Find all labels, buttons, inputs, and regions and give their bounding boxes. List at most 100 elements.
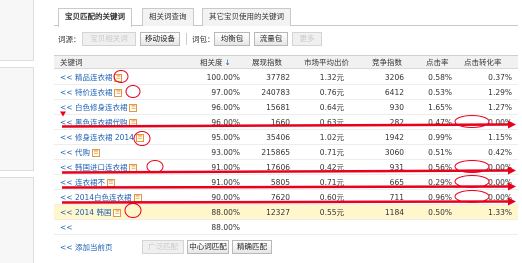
- add-keyword-arrow[interactable]: <<: [60, 103, 73, 112]
- table-row[interactable]: << 白色修身连衣裙 ☰ 96.00% 15681 0.64元 930 1.65% 1.27%: [54, 100, 518, 115]
- ctr-cell: 0.56%: [428, 163, 452, 172]
- competition-cell: 1184: [384, 208, 404, 217]
- avg-bid-cell: 1.32元: [319, 73, 344, 82]
- keyword-text[interactable]: 黑色连衣裙代购: [75, 118, 128, 127]
- keyword-text[interactable]: 韩国进口连衣裙: [75, 163, 128, 172]
- cvr-cell: [458, 220, 512, 235]
- relevance-cell: 88.00%: [211, 223, 240, 232]
- impressions-cell: 5805: [270, 178, 290, 187]
- impressions-cell: [244, 220, 290, 235]
- exact-match-button[interactable]: 精确匹配: [232, 240, 272, 254]
- cvr-cell: 0.00%: [488, 178, 512, 187]
- add-keyword-arrow[interactable]: <<: [60, 118, 73, 127]
- relevance-cell: 97.00%: [211, 88, 240, 97]
- keyword-text[interactable]: 修身连衣裙 2014: [75, 133, 134, 142]
- table-row[interactable]: << 特价连衣裙 ☰ 97.00% 240783 0.76元 6412 0.53% 1.29%: [54, 85, 518, 100]
- table-row[interactable]: << 黑色连衣裙代购 ☰ 96.00% 1660 0.63元 282 0.47% 0.00%: [54, 115, 518, 130]
- keyword-badge-icon: ☰: [129, 119, 138, 127]
- col-relevance[interactable]: 相关度 ↓: [200, 56, 231, 69]
- impressions-cell: 17606: [266, 163, 290, 172]
- keyword-badge-icon: ☰: [106, 179, 115, 187]
- add-keyword-arrow[interactable]: <<: [60, 73, 73, 82]
- tab-other-items-keywords[interactable]: 其它宝贝使用的关键词: [202, 8, 291, 26]
- tab-related-query[interactable]: 相关词查询: [142, 8, 194, 26]
- keyword-badge-icon: ☰: [114, 89, 123, 97]
- competition-cell: 931: [389, 163, 404, 172]
- keyword-cell: << 特价连衣裙 ☰: [60, 85, 123, 100]
- table-footer: << 添加当前页 广泛匹配 中心词匹配 精确匹配: [54, 239, 518, 255]
- keyword-text[interactable]: 2014 韩国: [75, 208, 111, 217]
- add-keyword-arrow[interactable]: <<: [60, 133, 73, 142]
- add-keyword-arrow[interactable]: <<: [60, 178, 73, 187]
- keyword-badge-icon: ☰: [129, 164, 138, 172]
- keyword-badge-icon: ☰: [129, 104, 138, 112]
- impressions-cell: 1660: [270, 118, 290, 127]
- add-keyword-arrow[interactable]: <<: [60, 223, 73, 232]
- add-current-page-link[interactable]: << 添加当前页: [60, 242, 112, 253]
- impressions-cell: 37782: [266, 73, 290, 82]
- add-keyword-arrow[interactable]: <<: [60, 88, 73, 97]
- relevance-cell: 90.00%: [211, 193, 240, 202]
- keyword-text[interactable]: 特价连衣裙: [75, 88, 113, 97]
- more-package-button[interactable]: 更多: [292, 32, 322, 46]
- source-label: 词源：: [58, 35, 81, 44]
- col-avg-bid[interactable]: 市场平均出价: [304, 56, 349, 69]
- col-cvr[interactable]: 点击转化率: [464, 56, 502, 69]
- arrow-down-icon: ↓: [224, 58, 231, 67]
- table-row[interactable]: << 连衣裙不 ☰ 91.00% 5805 0.71元 665 0.29% 0.00%: [54, 175, 518, 190]
- broad-match-button[interactable]: 广泛匹配: [142, 240, 184, 254]
- cvr-cell: 1.33%: [488, 208, 512, 217]
- keyword-text[interactable]: 代购: [75, 148, 90, 157]
- competition-cell: 930: [389, 103, 404, 112]
- table-row[interactable]: << 修身连衣裙 2014 ☰ 95.00% 35406 1.02元 1942 0.99% 1…: [54, 130, 518, 145]
- keyword-badge-icon: ☰: [135, 134, 144, 142]
- table-row[interactable]: << 88.00%: [54, 220, 518, 235]
- col-impressions[interactable]: 展现指数: [252, 56, 282, 69]
- add-keyword-arrow[interactable]: <<: [60, 208, 73, 217]
- cvr-cell: 0.00%: [488, 163, 512, 172]
- avg-bid-cell: 0.71元: [319, 148, 344, 157]
- impressions-cell: 12327: [266, 208, 290, 217]
- keyword-cell: << 修身连衣裙 2014 ☰: [60, 130, 144, 145]
- col-keyword: 关键词: [60, 58, 83, 67]
- avg-bid-cell: 0.60元: [319, 193, 344, 202]
- table-row[interactable]: << 韩国进口连衣裙 ☰ 91.00% 17606 0.42元 931 0.56% 0.00%: [54, 160, 518, 175]
- competition-cell: [360, 220, 404, 235]
- ctr-cell: 0.96%: [428, 193, 452, 202]
- table-row[interactable]: << 2014 韩国 ☰ 88.00% 12327 0.55元 1184 0.50% 1.33…: [54, 205, 518, 220]
- add-keyword-arrow[interactable]: <<: [60, 148, 73, 157]
- balanced-package-button[interactable]: 均衡包: [214, 32, 250, 46]
- col-ctr[interactable]: 点击率: [426, 56, 449, 69]
- keyword-cell: << 韩国进口连衣裙 ☰: [60, 160, 138, 175]
- avg-bid-cell: 0.55元: [319, 208, 344, 217]
- table-row[interactable]: << 2014白色连衣裙 ☰ 90.00% 7620 0.60元 711 0.96% 0.00…: [54, 190, 518, 205]
- traffic-package-button[interactable]: 流量包: [254, 32, 288, 46]
- avg-bid-cell: 0.64元: [319, 103, 344, 112]
- col-competition[interactable]: 竞争指数: [372, 56, 402, 69]
- tab-matched-keywords[interactable]: 宝贝匹配的关键词: [58, 8, 132, 27]
- impressions-cell: 35406: [266, 133, 290, 142]
- add-keyword-arrow[interactable]: <<: [60, 193, 73, 202]
- keyword-cell: << 白色修身连衣裙 ☰: [60, 100, 138, 115]
- keyword-text[interactable]: 2014白色连衣裙: [75, 193, 132, 202]
- keyword-badge-icon: ☰: [133, 194, 142, 202]
- ctr-cell: 0.53%: [428, 88, 452, 97]
- add-keyword-arrow[interactable]: <<: [60, 163, 73, 172]
- ctr-cell: 0.58%: [428, 73, 452, 82]
- related-words-button[interactable]: 宝贝相关词: [82, 32, 136, 46]
- ctr-cell: 0.47%: [428, 118, 452, 127]
- separator: [186, 33, 187, 45]
- keyword-text[interactable]: 白色修身连衣裙: [75, 103, 128, 112]
- keyword-text[interactable]: 连衣裙不: [75, 178, 105, 187]
- table-row[interactable]: << 代购 ☰ 93.00% 215865 0.71元 3060 0.51% 0.42%: [54, 145, 518, 160]
- competition-cell: 6412: [384, 88, 404, 97]
- keyword-text[interactable]: 精品连衣裙: [75, 73, 113, 82]
- avg-bid-cell: 0.42元: [319, 163, 344, 172]
- mobile-device-button[interactable]: 移动设备: [140, 32, 180, 46]
- table-row[interactable]: << 精品连衣裙 ☰ 100.00% 37782 1.32元 3206 0.58% 0.37%: [54, 70, 518, 85]
- ctr-cell: 0.29%: [428, 178, 452, 187]
- relevance-cell: 100.00%: [206, 73, 240, 82]
- relevance-cell: 96.00%: [211, 103, 240, 112]
- center-match-button[interactable]: 中心词匹配: [187, 240, 229, 254]
- impressions-cell: 15681: [266, 103, 290, 112]
